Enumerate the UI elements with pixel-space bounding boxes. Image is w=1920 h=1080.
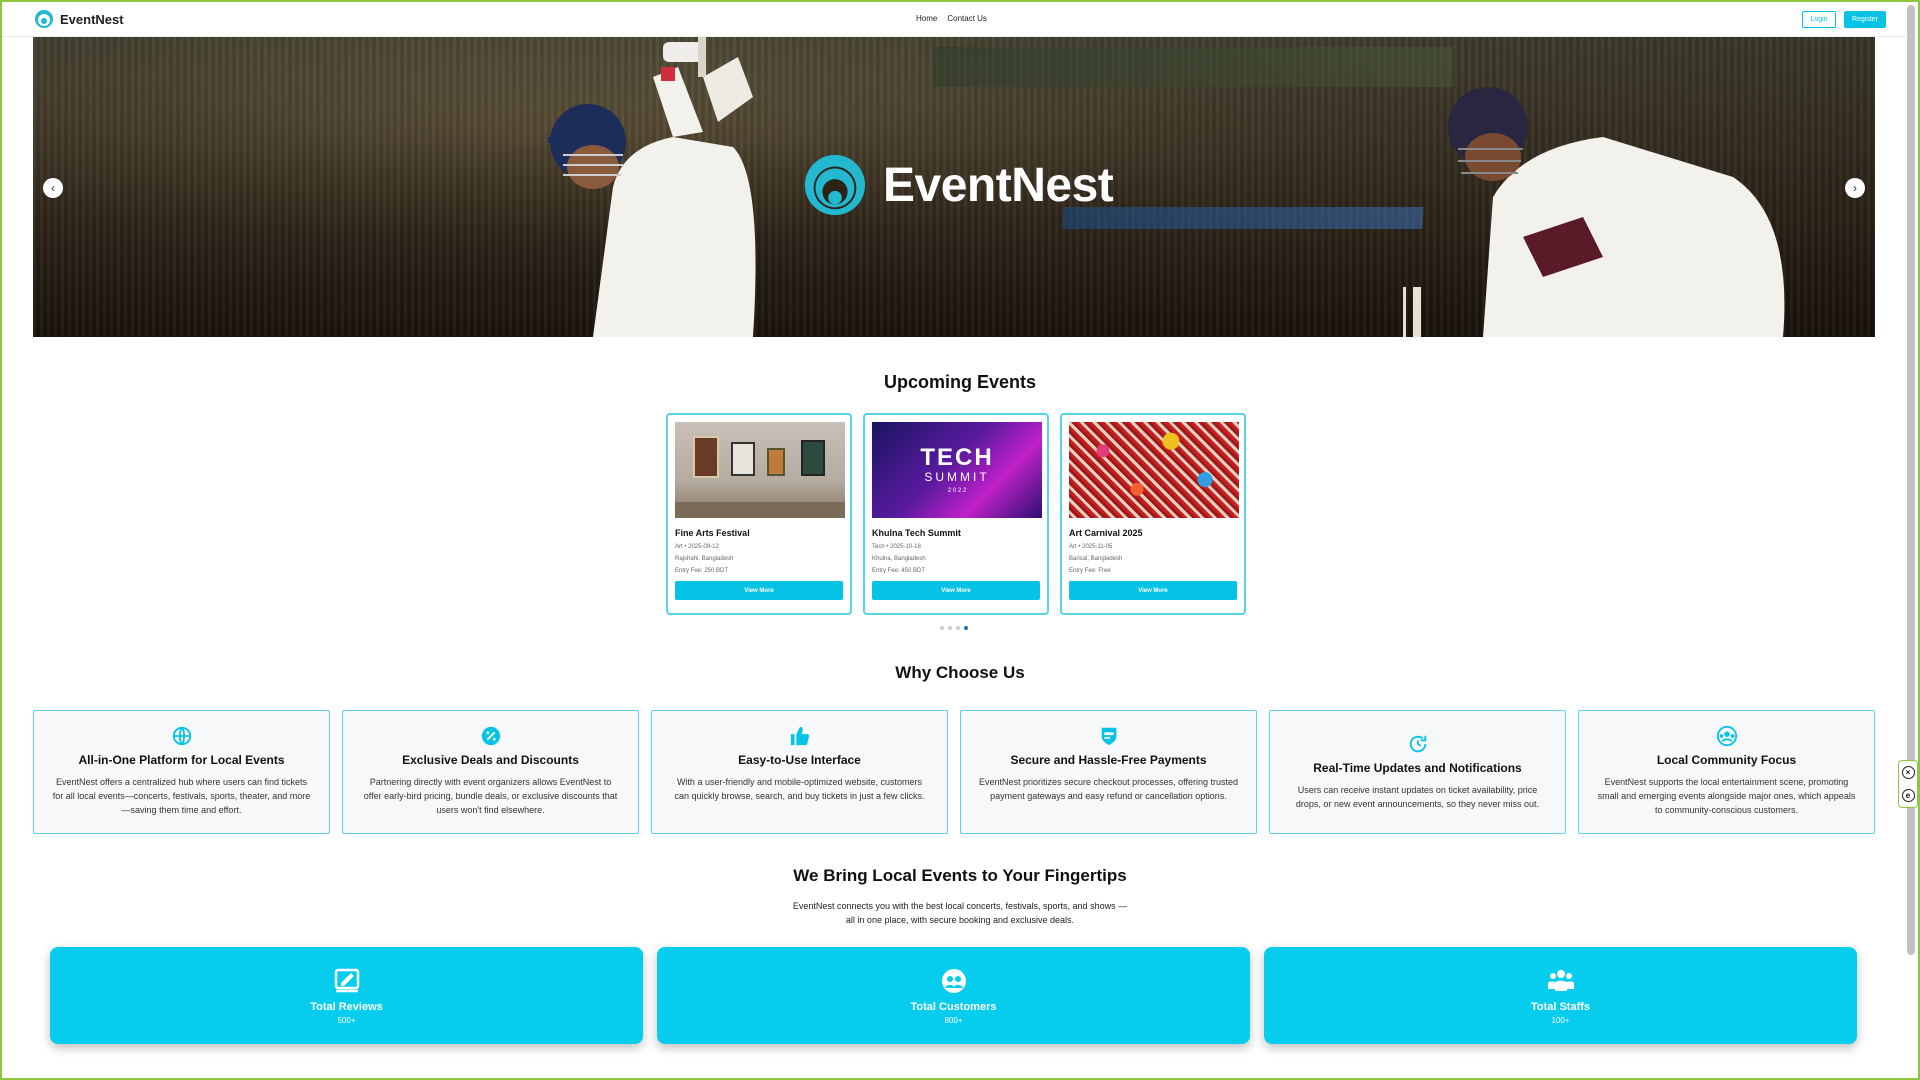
view-more-button[interactable]: View More (1069, 581, 1237, 600)
stat-value: 800+ (944, 1015, 963, 1025)
stat-card-reviews: Total Reviews 500+ (50, 947, 643, 1044)
carousel-dots (940, 626, 968, 630)
review-icon (334, 968, 359, 992)
feature-title: Real-Time Updates and Notifications (1313, 761, 1522, 775)
globe-icon (172, 726, 191, 746)
nav-link-contact[interactable]: Contact Us (947, 14, 987, 23)
event-location: Barisal, Bangladesh (1069, 556, 1123, 562)
stat-label: Total Customers (910, 1000, 997, 1013)
register-button[interactable]: Register (1844, 10, 1886, 28)
event-fee: Entry Fee: 250 BDT (675, 568, 729, 574)
advertising-board (1062, 207, 1424, 229)
event-category-date: Art • 2025-11-05 (1069, 544, 1113, 550)
nav-links: Home Contact Us (916, 14, 987, 23)
refresh-clock-icon (1409, 735, 1426, 753)
feature-desc: Partnering directly with event organizer… (363, 777, 618, 815)
event-location: Rajshahi, Bangladesh (675, 556, 734, 562)
event-card: Fine Arts Festival Art • 2025-09-12 Rajs… (666, 413, 852, 615)
feature-cards: All-in-One Platform for Local Events Eve… (33, 710, 1875, 834)
staff-icon (1547, 969, 1574, 991)
stat-value: 500+ (337, 1015, 356, 1025)
feature-desc: EventNest prioritizes secure checkout pr… (979, 777, 1238, 801)
extension-icon[interactable]: e (1901, 789, 1915, 802)
close-icon[interactable]: × (1901, 766, 1915, 779)
event-fee: Entry Fee: Free (1069, 568, 1111, 574)
hero-carousel: EventNest ‹ › (33, 37, 1875, 337)
brand-name: EventNest (60, 11, 124, 27)
side-widget: × e (1898, 760, 1918, 808)
tech-banner-line2: SUMMIT (924, 470, 990, 484)
wicketkeeper-figure (1403, 87, 1785, 337)
feature-desc: EventNest offers a centralized hub where… (52, 777, 311, 815)
stat-card-customers: Total Customers 800+ (657, 947, 1250, 1044)
fingertips-description: EventNest connects you with the best loc… (2, 899, 1918, 927)
event-category-date: Art • 2025-09-12 (675, 544, 719, 550)
event-title: Art Carnival 2025 (1069, 528, 1143, 538)
fingertips-desc-line2: all in one place, with secure booking an… (845, 915, 1075, 925)
tech-banner-line1: TECH (920, 444, 994, 471)
carousel-prev-button[interactable]: ‹ (43, 178, 63, 198)
upcoming-events-title: Upcoming Events (883, 372, 1037, 392)
eventnest-logo-icon (804, 154, 866, 216)
stat-card-staffs: Total Staffs 100+ (1264, 947, 1857, 1044)
stat-label: Total Reviews (310, 1000, 383, 1013)
event-card: Art Carnival 2025 Art • 2025-11-05 Baris… (1060, 413, 1246, 615)
feature-desc: Users can receive instant updates on tic… (1295, 785, 1540, 809)
carousel-next-button[interactable]: › (1845, 178, 1865, 198)
event-image (675, 422, 845, 518)
community-icon (1716, 725, 1737, 747)
view-more-button[interactable]: View More (872, 581, 1040, 600)
event-location: Khulna, Bangladesh (872, 556, 926, 562)
view-more-button[interactable]: View More (675, 581, 843, 600)
thumbs-up-icon (790, 726, 809, 746)
event-image (1069, 422, 1239, 518)
feature-title: Local Community Focus (1656, 753, 1797, 767)
hero-logo: EventNest (801, 151, 1114, 219)
brand[interactable]: EventNest (34, 9, 124, 29)
percent-badge-icon (481, 726, 500, 746)
stat-value: 100+ (1551, 1015, 1570, 1025)
event-title: Fine Arts Festival (675, 528, 750, 538)
hero-logo-text: EventNest (883, 158, 1114, 212)
carousel-dot-active[interactable] (964, 626, 968, 630)
eventnest-logo-icon (35, 10, 53, 28)
event-fee: Entry Fee: 450 BDT (872, 568, 926, 574)
top-navbar: EventNest Home Contact Us Login Register (2, 2, 1918, 37)
event-image: TECH SUMMIT 2 0 2 2 (872, 422, 1042, 518)
page-scrollbar[interactable] (1907, 5, 1915, 955)
login-button[interactable]: Login (1802, 10, 1836, 28)
why-choose-us-title: Why Choose Us (895, 663, 1025, 682)
batsman-figure (548, 37, 756, 337)
stadium-banner (933, 47, 1453, 87)
feature-title: All-in-One Platform for Local Events (78, 753, 285, 767)
auth-buttons: Login Register (1802, 10, 1886, 28)
feature-card: Real-Time Updates and Notifications User… (1269, 710, 1566, 834)
feature-title: Secure and Hassle-Free Payments (1010, 753, 1207, 767)
nav-link-home[interactable]: Home (916, 14, 937, 23)
feature-card: All-in-One Platform for Local Events Eve… (33, 710, 330, 834)
fingertips-title: We Bring Local Events to Your Fingertips (793, 866, 1127, 885)
feature-card: Exclusive Deals and Discounts Partnering… (342, 710, 639, 834)
carousel-dot[interactable] (948, 626, 952, 630)
feature-card: Secure and Hassle-Free Payments EventNes… (960, 710, 1257, 834)
tech-banner-line3: 2 0 2 2 (947, 488, 967, 494)
carousel-dot[interactable] (956, 626, 960, 630)
event-title: Khulna Tech Summit (872, 528, 961, 538)
stat-label: Total Staffs (1530, 1000, 1591, 1013)
stats-cards: Total Reviews 500+ Total Customers 800+ … (50, 947, 1857, 1044)
feature-desc: EventNest supports the local entertainme… (1597, 777, 1856, 815)
feature-card: Local Community Focus EventNest supports… (1578, 710, 1875, 834)
fingertips-desc-line1: EventNest connects you with the best loc… (792, 901, 1128, 911)
event-cards: Fine Arts Festival Art • 2025-09-12 Rajs… (666, 413, 1246, 615)
feature-card: Easy-to-Use Interface With a user-friend… (651, 710, 948, 834)
carousel-dot[interactable] (940, 626, 944, 630)
feature-title: Exclusive Deals and Discounts (402, 753, 579, 767)
customers-icon (941, 968, 966, 993)
secure-payment-icon (1101, 727, 1116, 746)
feature-desc: With a user-friendly and mobile-optimize… (674, 777, 925, 801)
event-card: TECH SUMMIT 2 0 2 2 Khulna Tech Summit T… (863, 413, 1049, 615)
feature-title: Easy-to-Use Interface (738, 753, 861, 767)
event-category-date: Tech • 2025-10-18 (872, 544, 921, 550)
